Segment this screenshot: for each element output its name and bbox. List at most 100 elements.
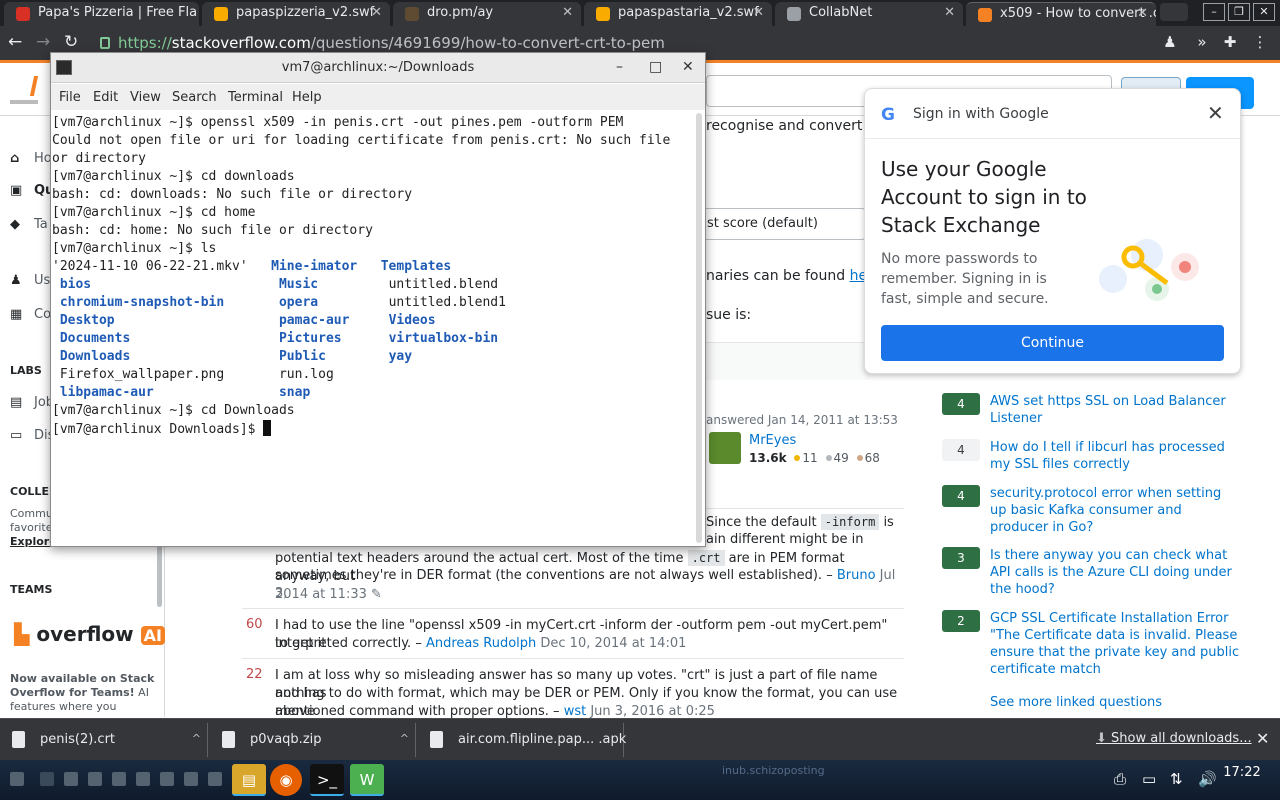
comment-author-link[interactable]: wst: [564, 704, 587, 719]
bronze-badge-icon: [856, 455, 863, 461]
search-icon[interactable]: [40, 772, 54, 786]
silver-badge-icon: [825, 455, 832, 461]
settings-icon[interactable]: [136, 772, 150, 786]
menu-terminal[interactable]: Terminal: [228, 90, 283, 105]
tab-dro-pm[interactable]: dro.pm/ay ✕: [393, 2, 581, 26]
nav-tags[interactable]: ◆ Ta: [10, 217, 48, 232]
printer-icon[interactable]: ⎙: [1114, 770, 1126, 788]
close-icon[interactable]: ✕: [1256, 729, 1269, 748]
tab-papaspastaria-swf[interactable]: papaspastaria_v2.swf ✕: [584, 2, 772, 26]
maximize-button[interactable]: ❐: [1228, 3, 1250, 21]
screenshot-icon[interactable]: [112, 772, 126, 786]
pizzeria-favicon-icon: [16, 7, 30, 21]
nav-jobs[interactable]: ▤ Job: [10, 395, 54, 410]
inline-code: .crt: [687, 550, 725, 566]
terminal-app-icon[interactable]: >_: [310, 764, 344, 796]
nav-discussions[interactable]: ▭ Dis: [10, 428, 54, 443]
system-clock[interactable]: 17:22: [1222, 766, 1262, 780]
close-icon[interactable]: ✕: [944, 5, 955, 20]
show-all-downloads-link[interactable]: Show all downloads...: [1096, 731, 1252, 746]
extensions-icon[interactable]: ✚: [1222, 34, 1238, 50]
companies-icon: ▦: [10, 307, 23, 322]
download-item[interactable]: p0vaqb.zip ^: [210, 723, 416, 757]
network-icon[interactable]: ⇅: [1170, 770, 1183, 788]
teams-pitch: Now available on Stack Overflow for Team…: [10, 672, 160, 714]
teams-heading: TEAMS: [10, 583, 53, 596]
terminal-output[interactable]: [vm7@archlinux ~]$ openssl x509 -in peni…: [51, 111, 695, 546]
close-icon[interactable]: ✕: [1207, 101, 1224, 125]
menu-dots-icon[interactable]: ⋮: [1252, 34, 1268, 50]
forward-arrow-icon[interactable]: →: [36, 32, 50, 52]
notifications-icon[interactable]: ▭: [1142, 770, 1156, 788]
comment-part: mentioned command with proper options. –: [275, 704, 564, 719]
files-icon[interactable]: [88, 772, 102, 786]
nav-companies[interactable]: ▦ Co: [10, 307, 51, 322]
back-arrow-icon[interactable]: ←: [8, 32, 22, 52]
linked-question[interactable]: 4 How do I tell if libcurl has processed…: [942, 439, 1242, 479]
close-icon[interactable]: ✕: [753, 5, 764, 20]
ls-row: Downloads Public yay: [52, 348, 695, 366]
app-launcher-icon[interactable]: [10, 772, 24, 786]
linked-question[interactable]: 4 security.protocol error when setting u…: [942, 485, 1242, 541]
volume-icon[interactable]: 🔊: [1198, 770, 1217, 788]
linked-question-link[interactable]: AWS set https SSL on Load Balancer Liste…: [990, 393, 1240, 427]
stackoverflow-logo-icon[interactable]: [10, 76, 38, 104]
see-more-linked-link[interactable]: See more linked questions: [990, 695, 1162, 710]
wine-app-icon[interactable]: W: [350, 764, 384, 796]
edit-pencil-icon[interactable]: ✎: [371, 587, 382, 602]
download-item[interactable]: penis(2).crt ^: [0, 723, 208, 757]
linked-question[interactable]: 3 Is there anyway you can check what API…: [942, 547, 1242, 603]
new-tab-button[interactable]: [1160, 3, 1188, 21]
close-window-button[interactable]: ✕: [1253, 3, 1275, 21]
chevron-right-icon[interactable]: »: [1194, 34, 1210, 50]
menu-file[interactable]: File: [59, 90, 81, 105]
linked-question-link[interactable]: security.protocol error when setting up …: [990, 485, 1240, 536]
tab-x509-active[interactable]: x509 - How to convert .c ✕: [966, 2, 1156, 26]
menu-search[interactable]: Search: [172, 90, 217, 105]
ls-directory: libpamac-aur: [52, 385, 279, 400]
minimize-button[interactable]: –: [616, 59, 623, 75]
nav-questions[interactable]: ▣ Qu: [10, 183, 54, 198]
chevron-up-icon[interactable]: ^: [400, 732, 409, 745]
avatar[interactable]: [709, 432, 741, 464]
file-manager-app-icon[interactable]: ▤: [232, 764, 266, 796]
chevron-up-icon[interactable]: ^: [192, 732, 201, 745]
tab-papaspizzeria-swf[interactable]: papaspizzeria_v2.swf ✕: [202, 2, 390, 26]
cast-icon[interactable]: ♟: [1162, 34, 1178, 50]
maximize-button[interactable]: □: [649, 59, 662, 75]
comment-text: Since the default -inform is: [706, 513, 901, 532]
dialog-divider: [865, 138, 1240, 139]
terminal-scrollbar[interactable]: [696, 113, 702, 543]
google-continue-button[interactable]: Continue: [881, 325, 1224, 361]
system-taskbar: ▤ ◉ >_ W inub.schizoposting ⎙ ▭ ⇅ 🔊 17:2…: [0, 760, 1280, 800]
terminal-titlebar[interactable]: vm7@archlinux:~/Downloads – □ ✕: [51, 53, 705, 83]
menu-edit[interactable]: Edit: [93, 90, 118, 105]
menu-help[interactable]: Help: [292, 90, 322, 105]
home-icon: ⌂: [10, 151, 20, 166]
nav-users[interactable]: ♟ Us: [10, 273, 50, 288]
close-icon[interactable]: ✕: [1137, 6, 1148, 21]
apps-icon[interactable]: [64, 772, 78, 786]
minimize-button[interactable]: –: [1203, 3, 1225, 21]
comment-author-link[interactable]: Bruno: [837, 568, 876, 583]
linked-question[interactable]: 2 GCP SSL Certificate Installation Error…: [942, 610, 1242, 680]
tab-collabnet[interactable]: CollabNet ✕: [775, 2, 963, 26]
reload-icon[interactable]: ↻: [64, 32, 78, 52]
linked-question[interactable]: 4 AWS set https SSL on Load Balancer Lis…: [942, 393, 1242, 433]
printer-icon[interactable]: [208, 772, 222, 786]
linked-question-link[interactable]: Is there anyway you can check what API c…: [990, 547, 1240, 598]
close-button[interactable]: ✕: [682, 59, 694, 75]
close-icon[interactable]: ✕: [371, 5, 382, 20]
media-icon[interactable]: [184, 772, 198, 786]
linked-question-link[interactable]: GCP SSL Certificate Installation Error "…: [990, 610, 1240, 678]
firefox-app-icon[interactable]: ◉: [270, 764, 302, 796]
sort-select[interactable]: st score (default): [700, 208, 866, 240]
user-name-link[interactable]: MrEyes: [749, 433, 796, 448]
comment-author-link[interactable]: Andreas Rudolph: [426, 636, 536, 651]
download-item[interactable]: air.com.flipline.pap... .apk: [418, 723, 626, 757]
close-icon[interactable]: ✕: [562, 5, 573, 20]
menu-view[interactable]: View: [130, 90, 161, 105]
linked-question-link[interactable]: How do I tell if libcurl has processed m…: [990, 439, 1240, 473]
store-icon[interactable]: [160, 772, 174, 786]
tab-papas-pizzeria[interactable]: Papa's Pizzeria | Free Fla: [4, 2, 199, 26]
